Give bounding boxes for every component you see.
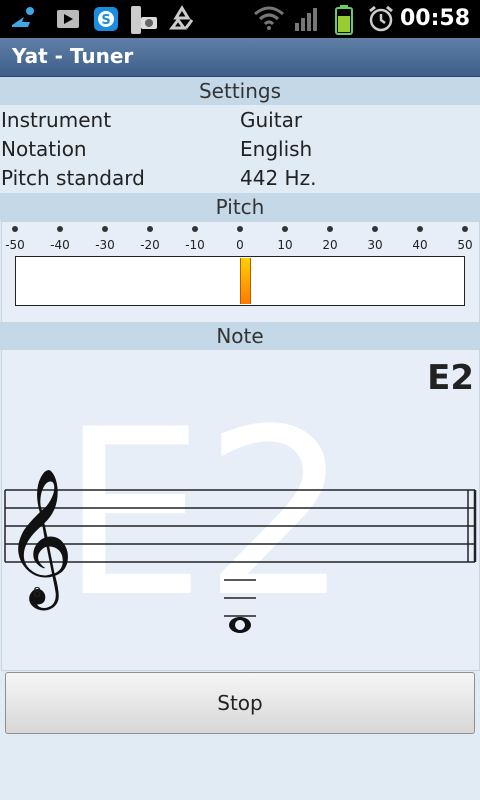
clef-octave-marker: 8	[33, 586, 42, 601]
stop-button[interactable]: Stop	[5, 672, 475, 734]
